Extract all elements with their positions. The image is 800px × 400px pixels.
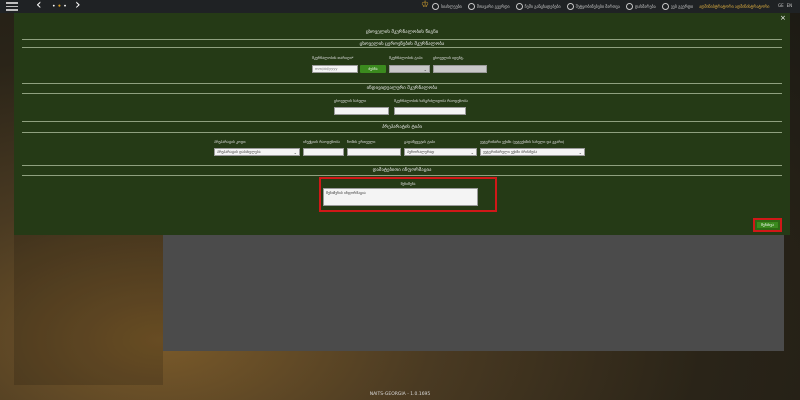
divider (22, 39, 782, 40)
treatment-modal: ცხოველის მკურნალობის წიგნი ცხოველის ცერო… (14, 13, 790, 235)
nav-home[interactable]: მთავარი გვერდი (467, 3, 510, 10)
notes-textarea[interactable]: შენიშვნის ინფორმაცია (323, 188, 478, 206)
list-icon (515, 3, 523, 10)
section-general-title: ცხოველის ცეროვნების მკურნალობა (359, 42, 445, 47)
date-label: მკურნალობის თარიღი* (312, 56, 354, 60)
globe-icon (661, 3, 669, 10)
chevron-right-icon[interactable]: › (75, 0, 81, 13)
footer-version: NAITS-GEORGIA - 1.0.1695 (369, 392, 431, 397)
divider (22, 132, 782, 133)
duration-label: მკურნალობის ხანგრძლივობა რაოდენობა (394, 99, 468, 103)
brand-logo-icon: ♔ (421, 0, 430, 10)
status-select[interactable]: ⌄ (389, 65, 430, 73)
divider (22, 47, 782, 48)
nav-news[interactable]: სიახლეები (432, 3, 462, 10)
unit-label: ზომის ერთეული (347, 140, 376, 144)
chevron-down-icon: ⌄ (423, 67, 427, 72)
lang-ge[interactable]: GE (778, 3, 784, 8)
lang-en[interactable]: EN (787, 3, 793, 8)
status-label: მკურნალობის ტიპი (389, 56, 423, 60)
carousel-indicator: • • • (52, 3, 67, 10)
home-icon (467, 3, 475, 10)
dose-input[interactable] (303, 148, 344, 156)
side-panel (14, 235, 163, 385)
modal-title: ცხოველის მკურნალობის წიგნი (365, 30, 439, 35)
divider (22, 121, 782, 122)
menu-icon[interactable] (6, 2, 18, 11)
chevron-down-icon: ⌄ (293, 150, 297, 155)
news-icon (432, 3, 439, 10)
nav-help[interactable]: დახმარება (625, 3, 656, 10)
nav-my-requests[interactable]: ჩემი განცხადებები (515, 3, 561, 10)
drug-code-label: პრეპარატის კოდი (214, 140, 246, 144)
section-additional-title: დამატებითი ინფორმაცია (372, 168, 432, 173)
section-drug-title: პრეპარატის ტიპი (381, 125, 422, 130)
chevron-down-icon: ⌄ (470, 150, 474, 155)
date-input[interactable]: mm/dd/yyyy (312, 65, 358, 73)
help-icon (625, 3, 633, 10)
chevron-down-icon: ⌄ (578, 150, 582, 155)
animal-name-input[interactable] (334, 107, 389, 115)
user-menu[interactable]: ადმინისტრატორი ადმინისტრატორი (699, 3, 769, 10)
unit-input[interactable] (347, 148, 401, 156)
divider (22, 93, 782, 94)
animal-id-input[interactable] (433, 65, 487, 73)
close-icon[interactable]: × (780, 14, 786, 22)
divider (22, 165, 782, 166)
animal-name-label: ცხოველის სახელი (334, 99, 367, 103)
section-individual-title: ინდივიდუალური მკურნალობა (366, 86, 438, 91)
date-search-button[interactable]: ძებნა (360, 65, 386, 73)
duration-input[interactable] (394, 107, 466, 115)
method-select[interactable]: პერორალურად ⌄ (404, 148, 477, 156)
method-label: გადაწყვეტის ტიპი (404, 140, 436, 144)
chevron-left-icon[interactable]: ‹ (36, 0, 42, 13)
dose-label: ინექციის რაოდენობა (303, 140, 340, 144)
divider (22, 83, 782, 84)
top-navigation-bar: ‹ • • • › ♔ სიახლეები მთავარი გვერდი ჩემ… (0, 0, 800, 13)
nav-notifications[interactable]: შეტყობინებები მართვა (566, 3, 620, 10)
bell-icon (566, 3, 574, 10)
save-button[interactable]: შენახვა (753, 218, 782, 232)
divider (22, 175, 782, 176)
doctor-select[interactable]: ვეტერინარული ექიმი ბრძანება ⌄ (480, 148, 585, 156)
notes-label: შენიშვნა (400, 182, 416, 186)
doctor-label: ვეტერინარი ექიმი (ვეტექიმის სახელი და გვ… (480, 140, 565, 144)
nav-website[interactable]: ვებ გვერდი (661, 3, 693, 10)
drug-select[interactable]: პრეპარატის დასახელება ⌄ (214, 148, 300, 156)
animal-id-label: ცხოველის იდენტ. (433, 56, 465, 60)
main-content-area (163, 235, 784, 351)
